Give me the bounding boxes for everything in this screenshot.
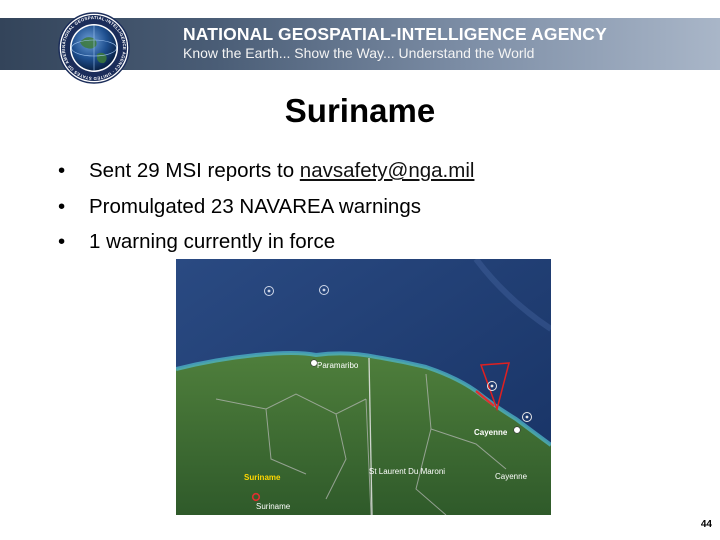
bullet-item-warning-in-force: • 1 warning currently in force [58, 224, 474, 260]
map-label-suriname-region: Suriname [244, 473, 281, 482]
bullet-text: 1 warning currently in force [89, 230, 336, 253]
bullet-text: Sent 29 MSI reports to [89, 159, 300, 182]
map-label-suriname-marker: Suriname [256, 502, 291, 511]
nga-seal-logo: NATIONAL GEOSPATIAL-INTELLIGENCE AGENCY … [58, 12, 130, 84]
suriname-map: Paramaribo Cayenne St Laurent Du Maroni … [176, 259, 551, 515]
bullet-marker: • [58, 230, 66, 253]
bullet-item-msi-reports: • Sent 29 MSI reports to navsafety@nga.m… [58, 153, 474, 189]
bullet-marker: • [58, 159, 66, 182]
bullet-text: Promulgated 23 NAVAREA warnings [89, 194, 421, 218]
map-label-st-laurent: St Laurent Du Maroni [369, 467, 445, 476]
map-label-cayenne-inland: Cayenne [495, 472, 528, 481]
email-link[interactable]: navsafety@nga.mil [300, 159, 475, 182]
bullet-marker: • [58, 194, 66, 218]
map-label-cayenne-coast: Cayenne [474, 428, 508, 437]
organization-tagline: Know the Earth... Show the Way... Unders… [183, 45, 535, 61]
slide-title: Suriname [284, 92, 436, 129]
organization-name: NATIONAL GEOSPATIAL-INTELLIGENCE AGENCY [183, 24, 607, 44]
city-marker-icon [513, 426, 521, 434]
map-label-paramaribo: Paramaribo [317, 361, 359, 370]
page-number: 44 [700, 519, 712, 530]
bullet-list: • Sent 29 MSI reports to navsafety@nga.m… [58, 153, 474, 260]
bullet-item-navarea-warnings: • Promulgated 23 NAVAREA warnings [58, 189, 474, 225]
header-banner: NATIONAL GEOSPATIAL-INTELLIGENCE AGENCY … [0, 0, 720, 84]
